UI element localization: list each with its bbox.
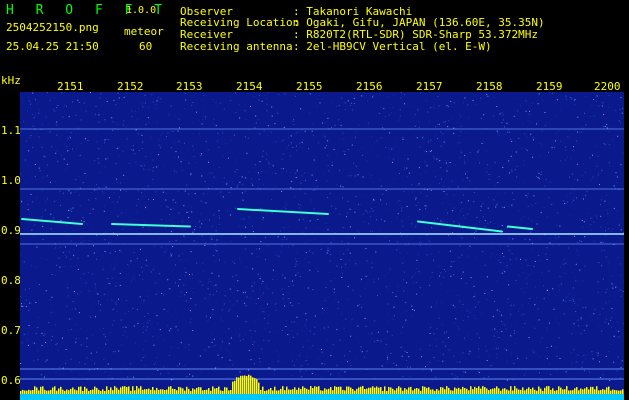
field-value-antenna: : 2el-HB9CV Vertical (el. E-W) [293,40,492,53]
noise-speckle [20,92,624,381]
field-label-location: Receiving Location [180,16,300,29]
field-label-receiver: Receiver [180,28,233,41]
signal-level-bars [20,374,624,400]
meteor-trace [237,208,329,215]
type-label: meteor [124,25,164,38]
freq-tick-label: 0.9 [1,224,21,237]
freq-tick-label: 1.0 [1,174,21,187]
meteor-count: 60 [139,40,153,53]
meteor-trace [417,220,503,233]
datetime: 25.04.25 21:50 [6,40,99,53]
field-label-antenna: Receiving antenna [180,40,293,53]
freq-tick-label: 0.7 [1,324,21,337]
y-axis-unit: kHz [1,74,21,87]
meteor-trace [111,223,191,228]
filename: 2504252150.png [6,21,99,34]
freq-tick-label: 0.6 [1,374,21,387]
field-value-location: : Ogaki, Gifu, JAPAN (136.60E, 35.35N) [293,16,545,29]
freq-tick-label: 1.1 [1,124,21,137]
spectrogram [20,92,624,400]
freq-tick-label: 0.8 [1,274,21,287]
meteor-trace [507,225,533,230]
spectrogram-plot [20,92,624,400]
header-panel: H R O F F T 1.0.0 2504252150.png meteor … [0,0,629,78]
field-value-receiver: : R820T2(RTL-SDR) SDR-Sharp 53.372MHz [293,28,539,41]
app-version: 1.0.0 [126,5,157,16]
